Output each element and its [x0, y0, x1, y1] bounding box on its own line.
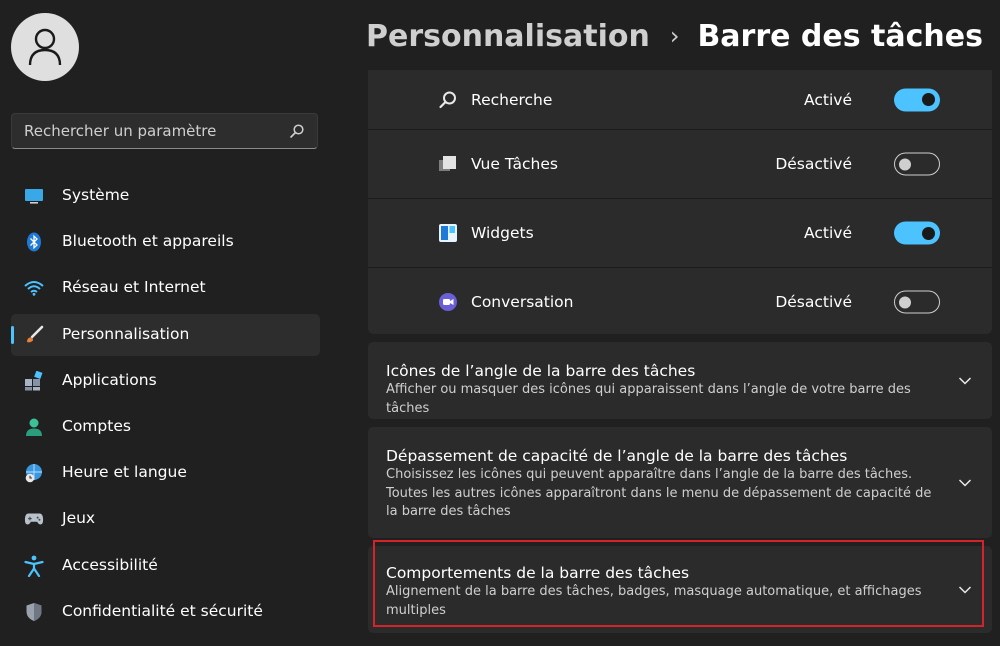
setting-row-conversation: Conversation Désactivé	[368, 267, 992, 334]
accessibility-icon	[24, 555, 44, 577]
sidebar-item-label: Jeux	[62, 509, 96, 528]
sidebar-item-reseau[interactable]: Réseau et Internet	[11, 267, 320, 309]
page-title: Barre des tâches	[697, 18, 983, 54]
sidebar-item-label: Applications	[62, 370, 157, 389]
chevron-down-icon	[958, 376, 972, 385]
nav-list: Système Bluetooth et appareils Réseau et…	[11, 175, 320, 637]
toggle-state: Désactivé	[775, 155, 852, 173]
setting-label: Vue Tâches	[471, 155, 558, 173]
wifi-icon	[24, 278, 44, 298]
shield-icon	[24, 602, 44, 622]
setting-label: Widgets	[471, 224, 534, 242]
expander-depassement-capacite[interactable]: Dépassement de capacité de l’angle de la…	[368, 427, 992, 538]
sidebar-item-applications[interactable]: Applications	[11, 360, 320, 402]
settings-content: Recherche Activé Vue Tâches Désactivé Wi…	[368, 70, 992, 633]
sidebar-item-confidentialite[interactable]: Confidentialité et sécurité	[11, 591, 320, 633]
setting-row-vue-taches: Vue Tâches Désactivé	[368, 129, 992, 198]
sidebar-item-label: Système	[62, 186, 130, 204]
breadcrumb: Personnalisation › Barre des tâches	[366, 14, 983, 58]
expander-icones-angle[interactable]: Icônes de l’angle de la barre des tâches…	[368, 342, 992, 419]
sidebar-item-label: Réseau et Internet	[62, 278, 206, 297]
chat-icon	[437, 291, 459, 313]
expander-comportements[interactable]: Comportements de la barre des tâches Ali…	[368, 546, 992, 633]
chevron-down-icon	[958, 585, 972, 594]
sidebar-item-personnalisation[interactable]: Personnalisation	[11, 313, 320, 356]
search-icon	[437, 89, 459, 111]
sidebar-item-label: Comptes	[62, 416, 131, 435]
sidebar-item-label: Heure et langue	[62, 463, 187, 482]
brush-icon	[24, 325, 44, 345]
bluetooth-icon	[24, 232, 44, 252]
sidebar-item-accessibilite[interactable]: Accessibilité	[11, 545, 320, 587]
conversation-toggle[interactable]	[894, 290, 940, 314]
widgets-toggle[interactable]	[894, 221, 940, 245]
toggle-knob	[922, 226, 935, 240]
chevron-down-icon	[958, 478, 972, 487]
vue-taches-toggle[interactable]	[894, 152, 940, 176]
taskbar-items-group: Recherche Activé Vue Tâches Désactivé Wi…	[368, 70, 992, 334]
toggle-knob	[922, 93, 935, 106]
toggle-state: Désactivé	[775, 293, 852, 311]
toggle-state: Activé	[804, 90, 852, 109]
sidebar-item-label: Confidentialité et sécurité	[62, 601, 263, 620]
widgets-icon	[437, 222, 459, 244]
expander-description: Alignement de la barre des tâches, badge…	[386, 584, 922, 618]
person-icon	[24, 417, 44, 437]
user-icon	[28, 28, 62, 66]
sidebar-item-label: Personnalisation	[62, 324, 190, 343]
expander-title: Icônes de l’angle de la barre des tâches	[386, 362, 696, 380]
apps-icon	[24, 370, 44, 391]
task-view-icon	[437, 153, 459, 175]
monitor-icon	[24, 186, 44, 206]
toggle-knob	[899, 296, 911, 308]
sidebar-item-bluetooth[interactable]: Bluetooth et appareils	[11, 221, 320, 263]
expander-title: Dépassement de capacité de l’angle de la…	[386, 447, 848, 465]
expander-description: Choisissez les icônes qui peuvent appara…	[386, 467, 932, 519]
toggle-state: Activé	[804, 224, 852, 242]
sidebar-item-systeme[interactable]: Système	[11, 175, 320, 217]
gamepad-icon	[24, 509, 44, 529]
setting-label: Conversation	[471, 293, 574, 311]
breadcrumb-parent[interactable]: Personnalisation	[366, 19, 650, 54]
search-box	[11, 113, 318, 149]
sidebar: Système Bluetooth et appareils Réseau et…	[0, 0, 340, 646]
toggle-knob	[899, 158, 911, 170]
setting-label: Recherche	[471, 90, 553, 109]
search-input[interactable]	[12, 114, 282, 148]
expander-description: Afficher ou masquer des icônes qui appar…	[386, 382, 911, 416]
setting-row-recherche: Recherche Activé	[368, 70, 992, 129]
globe-clock-icon	[24, 463, 44, 483]
avatar[interactable]	[11, 13, 79, 81]
sidebar-item-label: Accessibilité	[62, 555, 158, 574]
sidebar-item-heure[interactable]: Heure et langue	[11, 452, 320, 494]
sidebar-item-comptes[interactable]: Comptes	[11, 406, 320, 448]
selection-indicator	[11, 325, 14, 344]
setting-row-widgets: Widgets Activé	[368, 198, 992, 267]
chevron-right-icon: ›	[669, 22, 680, 50]
sidebar-item-label: Bluetooth et appareils	[62, 232, 234, 251]
sidebar-item-jeux[interactable]: Jeux	[11, 498, 320, 540]
search-icon[interactable]	[289, 123, 305, 139]
recherche-toggle[interactable]	[894, 88, 940, 111]
expander-title: Comportements de la barre des tâches	[386, 564, 690, 582]
